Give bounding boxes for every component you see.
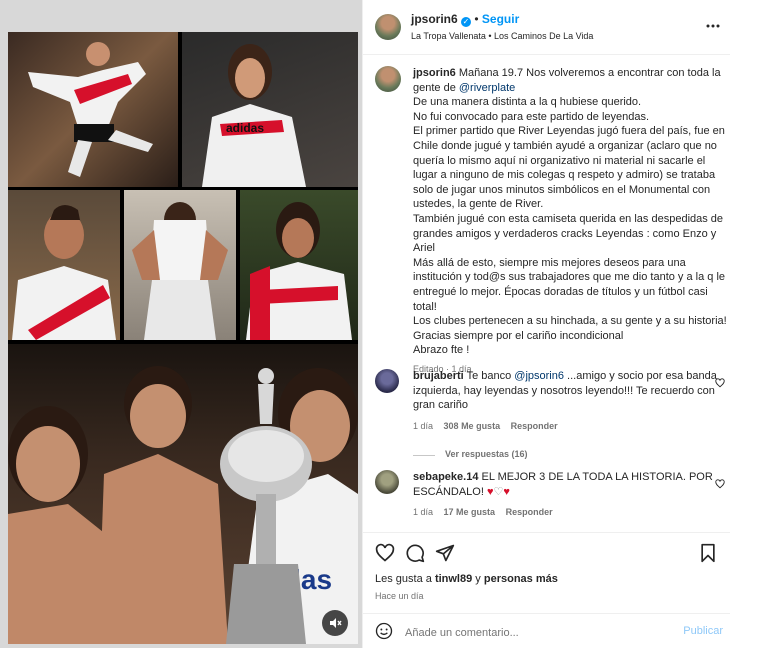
share-icon[interactable] [435,543,455,568]
player-jumping-figure [28,42,153,177]
comment-text: izquierda, hay leyendas y nosotros leyen… [413,384,715,397]
mute-icon[interactable] [322,610,348,636]
caption-line: Chile donde jugué y también ayudé a orga… [413,139,717,152]
post-sidebar: jpsorin6 ✓ • Seguir La Tropa Vallenata •… [362,0,731,648]
caption-line: Abrazo fte ! [413,344,470,357]
music-info[interactable]: La Tropa Vallenata • Los Caminos De La V… [411,31,593,41]
photo-player-celebrating [240,190,358,340]
mention-link[interactable]: @riverplate [459,82,515,94]
player-shouting-figure [12,205,116,340]
photo-player-shouting [8,190,120,340]
reply-button[interactable]: Responder [506,507,553,517]
avatar[interactable] [375,14,401,40]
comment-time: 1 día [413,507,434,518]
likes-mid: y [472,573,484,585]
caption-line: entregué lo mejor. Épocas doradas de tít… [413,285,708,298]
caption-line: De una manera distinta a la q hubiese qu… [413,96,642,109]
caption-line: También jugué con esta camiseta querida … [413,212,724,225]
comment: sebapeke.14 EL MEJOR 3 DE LA TODA LA HIS… [413,470,713,520]
caption-line: lugar a ninguno de mis colegas q respeto… [413,169,716,182]
comment-likes[interactable]: 308 Me gusta [444,421,501,431]
photo-player-jumping [8,32,178,187]
emoji-icon[interactable] [375,622,393,645]
replies-divider [413,454,435,456]
comment-author[interactable]: brujaberti [413,370,464,382]
photo-collage: adidas idas [8,32,358,644]
caption-line: grandes amigos y verdaderos cracks Leyen… [413,227,717,240]
caption-line: ustedes, la gente de River. [413,198,544,211]
comment-box: Publicar [363,613,731,650]
caption-line: Ariel [413,242,436,255]
likes-prefix: Les gusta a [375,573,435,585]
comment-like-icon[interactable] [715,375,725,388]
comment-input[interactable] [403,622,667,644]
comment-text: Te banco [466,370,515,382]
comment-avatar[interactable] [375,470,399,494]
player-celebrating-figure [246,202,352,340]
more-icon[interactable] [705,18,721,34]
view-replies-button[interactable]: Ver respuestas (16) [445,449,528,459]
caption-line: total! [413,300,437,313]
comment-text: gran cariño [413,399,469,412]
publish-button[interactable]: Publicar [683,625,723,637]
verified-icon: ✓ [461,17,472,27]
post-media[interactable]: adidas idas [0,0,362,648]
player-sweatshirt-figure: adidas [202,44,306,187]
comment-like-icon[interactable] [715,476,725,489]
likes-summary: Les gusta a tinwl89 y personas más [375,573,558,585]
trophy-celebration-figures: idas [8,366,358,644]
comment-text: EL MEJOR 3 DE LA TODA LA HISTORIA. POR [481,471,713,483]
photo-trophy-celebration: idas [8,344,358,644]
white-heart-icon: ♡ [493,485,504,498]
bookmark-icon[interactable] [699,543,717,568]
caption-line: El primer partido que River Leyendas jug… [413,125,725,138]
window-margin [730,0,760,648]
post-date: Hace un día [375,591,424,601]
svg-text:adidas: adidas [226,121,264,135]
comment-time: 1 día [413,420,434,431]
comment-text: ESCÁNDALO! [413,485,487,498]
caption-line: Los clubes pertenecen a su hinchada, a s… [413,315,727,328]
mention-link[interactable]: @jpsorin6 [514,370,564,382]
follow-button[interactable]: Seguir [482,12,519,26]
comment-text: ...amigo y socio por esa banda [564,370,717,382]
photo-player-shirt-face [124,190,236,340]
caption-line: No fui convocado para este partido de le… [413,110,650,123]
caption: jpsorin6 Mañana 19.7 Nos volveremos a en… [413,66,727,376]
liker-username[interactable]: tinwl89 [435,573,472,585]
post-author[interactable]: jpsorin6 [411,12,458,26]
caption-line: institución y tod@s sus trabajadores que… [413,271,726,284]
other-likers-link[interactable]: personas más [484,573,558,585]
post-header: jpsorin6 ✓ • Seguir La Tropa Vallenata •… [363,0,731,55]
caption-line: Gracias siempre por el cariño incondicio… [413,329,624,342]
action-bar: Les gusta a tinwl89 y personas más Hace … [363,532,731,649]
caption-avatar[interactable] [375,66,401,92]
caption-line: quería lo mismo aquí ni organizativo ni … [413,154,706,167]
comment-avatar[interactable] [375,369,399,393]
heart-icon[interactable] [375,543,395,568]
comment: brujaberti Te banco @jpsorin6 ...amigo y… [413,369,717,462]
player-shirt-face-figure [132,202,228,340]
comment-likes[interactable]: 17 Me gusta [444,507,496,517]
caption-line: gente de [413,81,459,94]
comment-icon[interactable] [405,543,425,568]
caption-author[interactable]: jpsorin6 [413,67,456,79]
comment-author[interactable]: sebapeke.14 [413,471,478,483]
caption-line: Más allá de esto, siempre mis mejores de… [413,256,686,269]
caption-line: solo de jugar unos minutos simbólicos en… [413,183,711,196]
red-heart-icon: ♥ [503,485,510,498]
caption-line: Mañana 19.7 Nos volveremos a encontrar c… [458,67,721,79]
reply-button[interactable]: Responder [511,421,558,431]
photo-player-sweatshirt: adidas [182,32,358,187]
